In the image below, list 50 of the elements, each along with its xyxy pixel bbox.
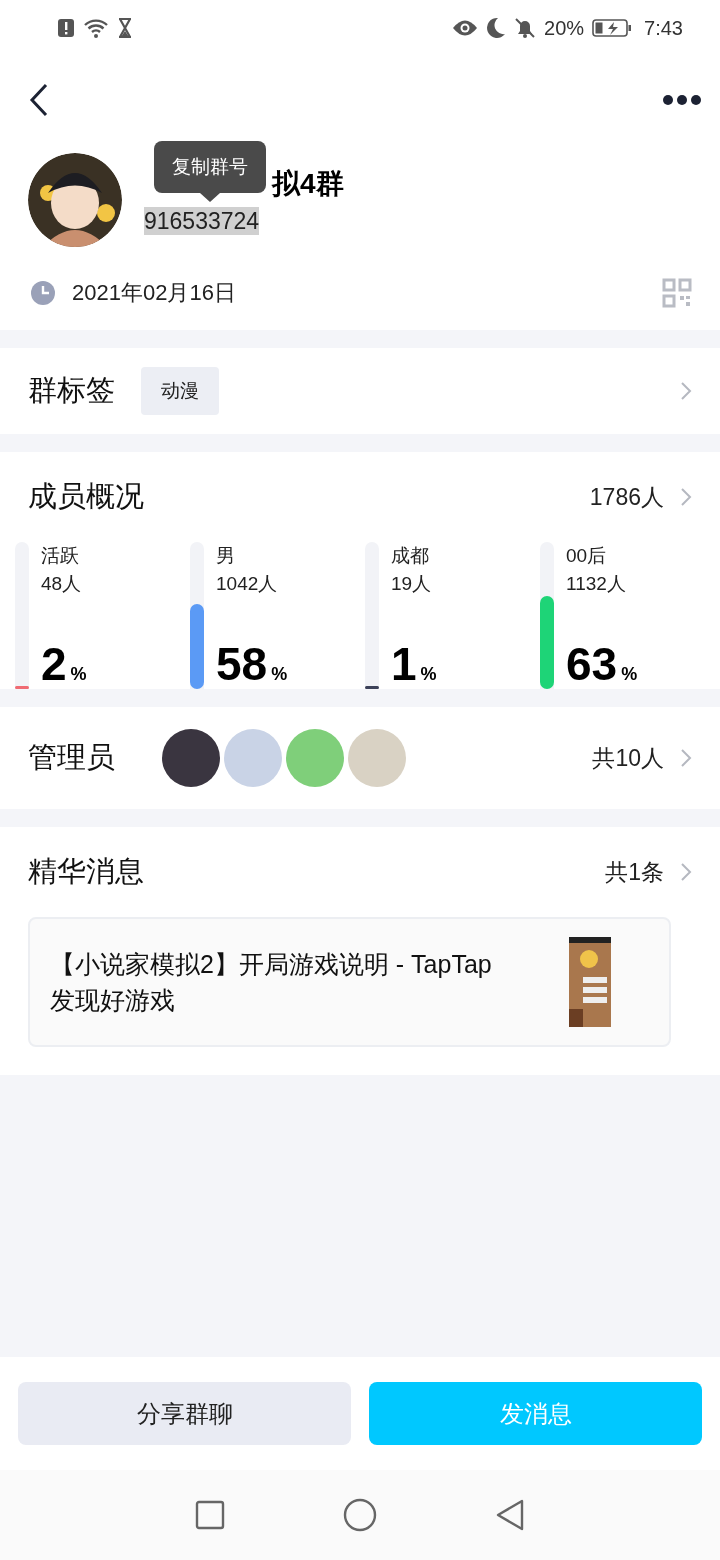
wifi-icon <box>83 16 109 39</box>
message-text: 【小说家模拟2】开局游戏说明 - TapTap 发现好游戏 <box>50 949 493 1016</box>
percent-sign: % <box>271 663 288 686</box>
percent-sign: % <box>70 663 87 686</box>
chevron-right-icon <box>680 862 692 882</box>
section-title: 群标签 <box>28 373 115 409</box>
admin-avatar[interactable] <box>162 729 220 787</box>
section-title: 精华消息 <box>28 854 144 890</box>
back-icon[interactable] <box>495 1498 525 1532</box>
alert-icon <box>57 17 75 38</box>
stat-percent: 1 <box>391 639 417 689</box>
chevron-right-icon <box>680 487 692 507</box>
stat-percent: 2 <box>41 639 67 689</box>
stat-label: 活跃 <box>41 544 80 568</box>
admin-count[interactable]: 共10人 <box>592 740 664 776</box>
battery-percent: 20% <box>544 15 585 41</box>
home-icon[interactable] <box>343 1498 377 1532</box>
stat-count: 1042人 <box>216 572 279 596</box>
group-name: 拟4群 <box>272 167 344 201</box>
percent-sign: % <box>621 663 638 686</box>
moon-icon <box>486 16 507 39</box>
section-title: 管理员 <box>28 740 116 776</box>
section-title: 成员概况 <box>28 479 144 515</box>
tag: 动漫 <box>141 366 219 416</box>
bell-off-icon <box>514 16 537 39</box>
member-total[interactable]: 1786人 <box>589 479 664 515</box>
more-button[interactable] <box>662 94 702 106</box>
chevron-right-icon <box>680 748 692 768</box>
recent-apps-icon[interactable] <box>195 1500 225 1530</box>
eye-icon <box>452 18 479 37</box>
message-card[interactable]: 【小说家模拟2】开局游戏说明 - TapTap 发现好游戏 <box>28 917 671 1047</box>
created-date: 2021年02月16日 <box>72 279 236 307</box>
clock-icon <box>30 279 56 306</box>
percent-sign: % <box>420 663 437 686</box>
stat-count: 48人 <box>41 572 83 596</box>
stat-label: 男 <box>216 544 236 568</box>
stat-label: 成都 <box>391 544 430 568</box>
group-number: 916533724 <box>144 207 260 235</box>
hourglass-icon <box>117 16 133 39</box>
back-button[interactable] <box>28 82 50 118</box>
stat-count: 1132人 <box>566 572 627 596</box>
stat-percent: 58 <box>216 639 268 689</box>
share-button[interactable]: 分享群聊 <box>18 1382 351 1445</box>
stat-percent: 63 <box>566 639 618 689</box>
essence-count[interactable]: 共1条 <box>605 854 664 890</box>
chevron-right-icon <box>680 381 692 401</box>
stat-label: 00后 <box>566 544 608 568</box>
clock-time: 7:43 <box>644 15 683 41</box>
stat-count: 19人 <box>391 572 433 596</box>
battery-charging-icon <box>592 17 633 38</box>
